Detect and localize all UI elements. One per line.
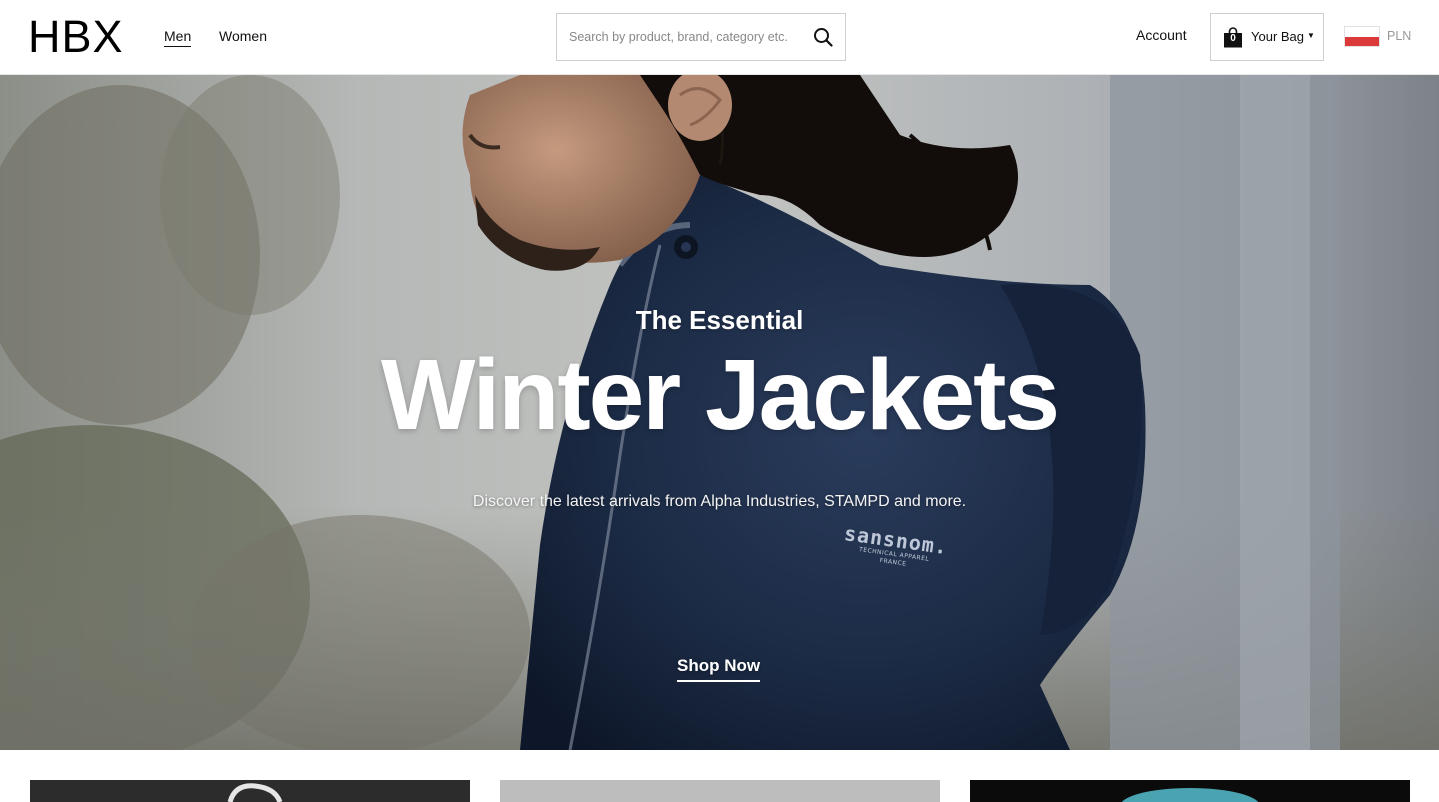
tile-image [1121,788,1259,802]
shop-now-link[interactable]: Shop Now [677,656,761,682]
bag-count-badge: 0 [1230,33,1236,44]
hbx-logo[interactable]: HBX [28,14,124,60]
caret-down-icon: ▼ [1307,31,1315,40]
hero-banner[interactable]: The Essential Winter Jackets Discover th… [0,75,1439,750]
hero-title: Winter Jackets [381,339,1060,451]
poland-flag-icon[interactable] [1344,26,1380,47]
nav-women-link[interactable]: Women [219,27,267,45]
nav-men-link[interactable]: Men [164,27,192,47]
account-link[interactable]: Account [1136,27,1187,43]
search-icon[interactable] [813,27,833,47]
currency-selector[interactable]: PLN [1387,29,1411,43]
hero-eyebrow: The Essential [635,305,804,335]
product-tile[interactable] [970,780,1410,802]
shopping-bag-button[interactable]: 0 Your Bag ▼ [1210,13,1324,61]
search-input[interactable] [557,14,807,60]
product-tile[interactable] [30,780,470,802]
product-tile[interactable] [500,780,940,802]
bag-label: Your Bag [1251,29,1305,44]
tile-image [227,783,283,802]
search-box [556,13,846,61]
hero-subtitle: Discover the latest arrivals from Alpha … [472,493,967,510]
site-header: HBX Men Women Account 0 Your Bag ▼ PLN [0,0,1439,75]
